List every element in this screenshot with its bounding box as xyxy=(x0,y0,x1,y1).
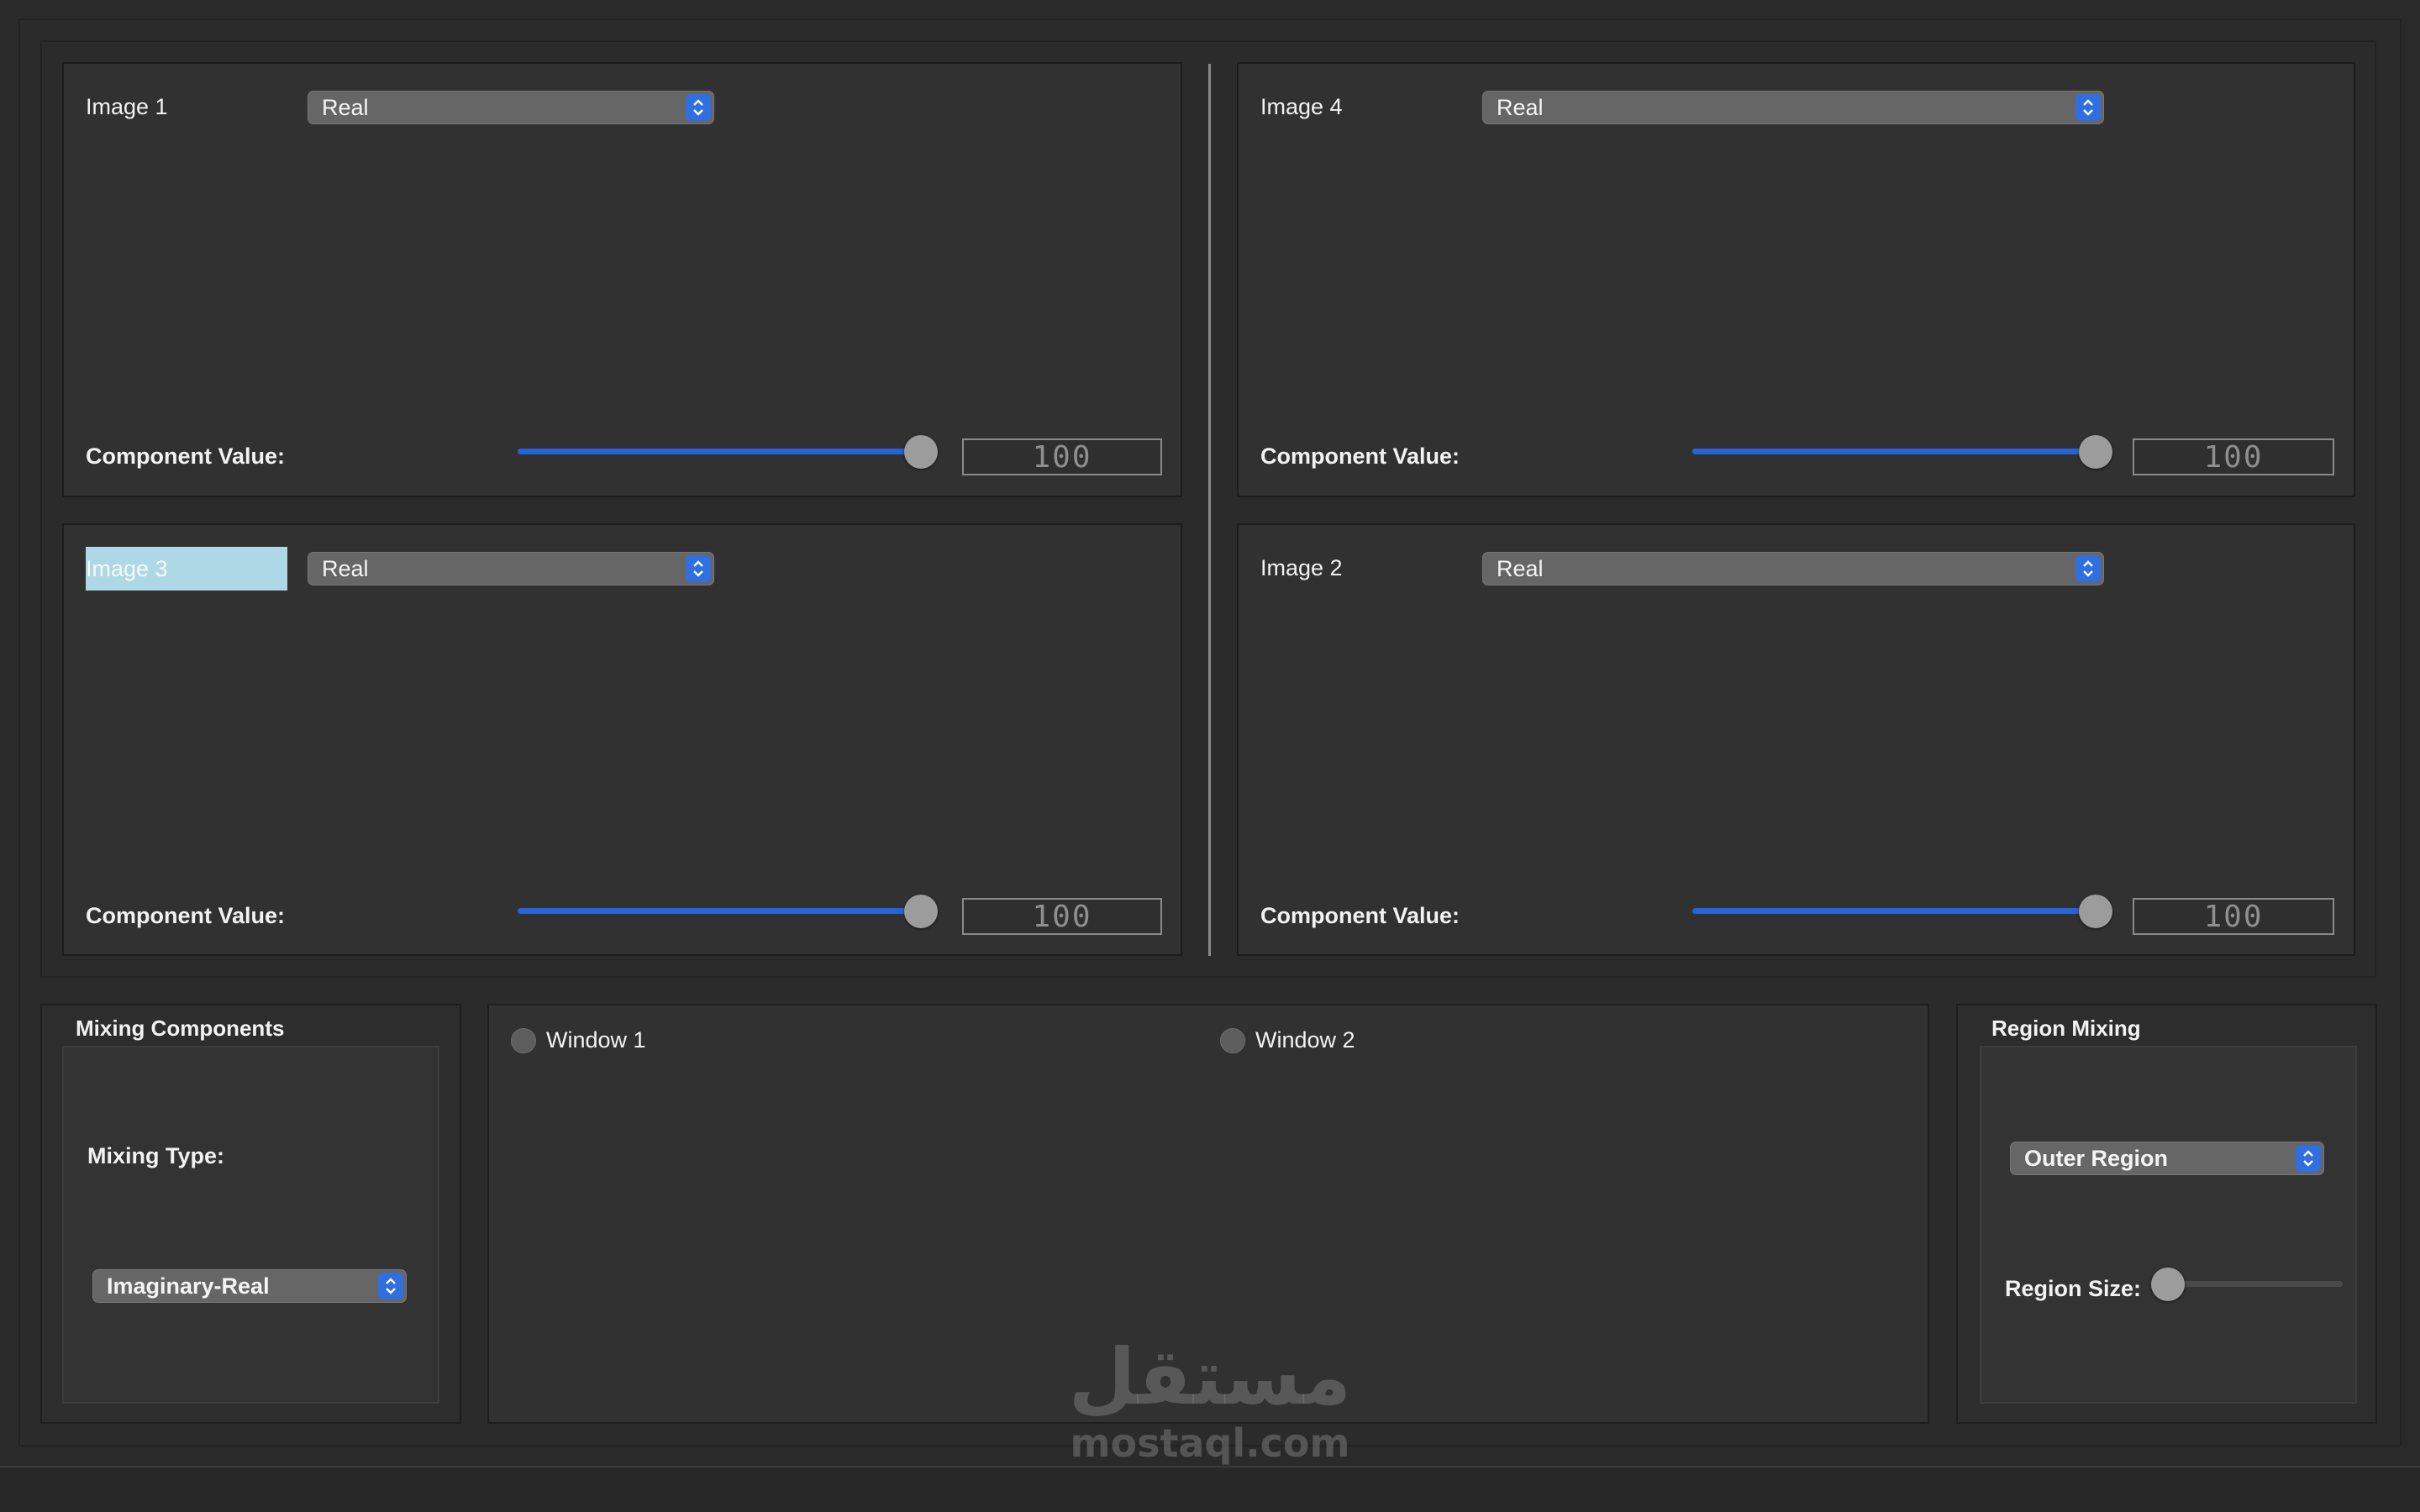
component-value-slider[interactable] xyxy=(1692,435,2129,469)
component-value-label: Component Value: xyxy=(86,903,286,928)
mixing-components-inner: Mixing Type: Imaginary-Real xyxy=(62,1046,439,1404)
select-value: Imaginary-Real xyxy=(107,1273,270,1299)
chevron-up-down-icon xyxy=(378,1273,403,1299)
region-mixing-title: Region Mixing xyxy=(1991,1016,2141,1041)
select-value: Real xyxy=(322,94,369,120)
slider-fill xyxy=(518,449,921,454)
component-value-label: Component Value: xyxy=(86,444,286,469)
viewer-title-selected: Image 3 xyxy=(86,547,287,591)
select-value: Real xyxy=(1497,94,1544,120)
slider-knob[interactable] xyxy=(2079,895,2112,928)
viewer-panel-image-3: Image 3 Real Component Value: 100 xyxy=(62,523,1182,956)
region-size-slider[interactable] xyxy=(2151,1268,2344,1301)
viewer-divider xyxy=(1208,64,1211,956)
region-mixing-group: Region Mixing Outer Region Region Size: xyxy=(1956,1004,2377,1424)
viewer-panel-image-4: Image 4 Real Component Value: 100 xyxy=(1237,62,2355,497)
watermark: مستقل mostaql.com xyxy=(1059,1336,1361,1487)
component-value-display: 100 xyxy=(962,438,1162,475)
chevron-up-down-icon xyxy=(2296,1145,2321,1172)
component-type-select[interactable]: Real xyxy=(1482,91,2104,124)
window-1-radio[interactable]: Window 1 xyxy=(511,1027,646,1053)
chevron-up-down-icon xyxy=(686,94,711,121)
region-select[interactable]: Outer Region xyxy=(2010,1142,2324,1175)
component-value-slider[interactable] xyxy=(1692,895,2129,928)
component-type-select[interactable]: Real xyxy=(308,552,714,585)
viewer-title: Image 4 xyxy=(1260,94,1343,119)
slider-knob[interactable] xyxy=(2079,435,2112,469)
watermark-text: mostaql.com xyxy=(1070,1420,1350,1466)
component-value-label: Component Value: xyxy=(1260,444,1460,469)
slider-knob[interactable] xyxy=(2151,1268,2185,1301)
slider-fill xyxy=(518,908,921,914)
chevron-up-down-icon xyxy=(2075,94,2101,121)
window-2-radio[interactable]: Window 2 xyxy=(1220,1027,1355,1053)
component-value-slider[interactable] xyxy=(518,435,955,469)
component-type-select[interactable]: Real xyxy=(308,91,714,124)
radio-button-icon[interactable] xyxy=(1220,1027,1245,1053)
component-value-slider[interactable] xyxy=(518,895,955,928)
window-2-label: Window 2 xyxy=(1255,1027,1355,1053)
slider-fill xyxy=(1692,908,2096,914)
mixing-type-select[interactable]: Imaginary-Real xyxy=(92,1269,407,1303)
component-value-label: Component Value: xyxy=(1260,903,1460,928)
slider-knob[interactable] xyxy=(904,895,938,928)
viewer-panel-image-1: Image 1 Real Component Value: 100 xyxy=(62,62,1182,497)
region-size-label: Region Size: xyxy=(2005,1276,2142,1301)
select-value: Real xyxy=(322,555,369,581)
mixing-components-group: Mixing Components Mixing Type: Imaginary… xyxy=(40,1004,461,1424)
mixing-components-title: Mixing Components xyxy=(76,1016,285,1041)
component-value-display: 100 xyxy=(962,898,1162,935)
component-value-display: 100 xyxy=(2133,438,2334,475)
select-value: Real xyxy=(1497,555,1544,581)
radio-button-icon[interactable] xyxy=(511,1027,536,1053)
select-value: Outer Region xyxy=(2024,1145,2169,1171)
component-value-display: 100 xyxy=(2133,898,2334,935)
viewer-title: Image 1 xyxy=(86,94,168,119)
region-mixing-inner: Outer Region Region Size: xyxy=(1980,1046,2357,1404)
chevron-up-down-icon xyxy=(2075,555,2101,582)
viewer-title: Image 2 xyxy=(1260,555,1343,580)
slider-knob[interactable] xyxy=(904,435,938,469)
slider-fill xyxy=(1692,449,2096,454)
chevron-up-down-icon xyxy=(686,555,711,582)
component-type-select[interactable]: Real xyxy=(1482,552,2104,585)
window-1-label: Window 1 xyxy=(546,1027,646,1053)
mixing-type-label: Mixing Type: xyxy=(87,1143,225,1168)
watermark-logo: مستقل xyxy=(1068,1332,1352,1422)
viewer-panel-image-2: Image 2 Real Component Value: 100 xyxy=(1237,523,2355,956)
